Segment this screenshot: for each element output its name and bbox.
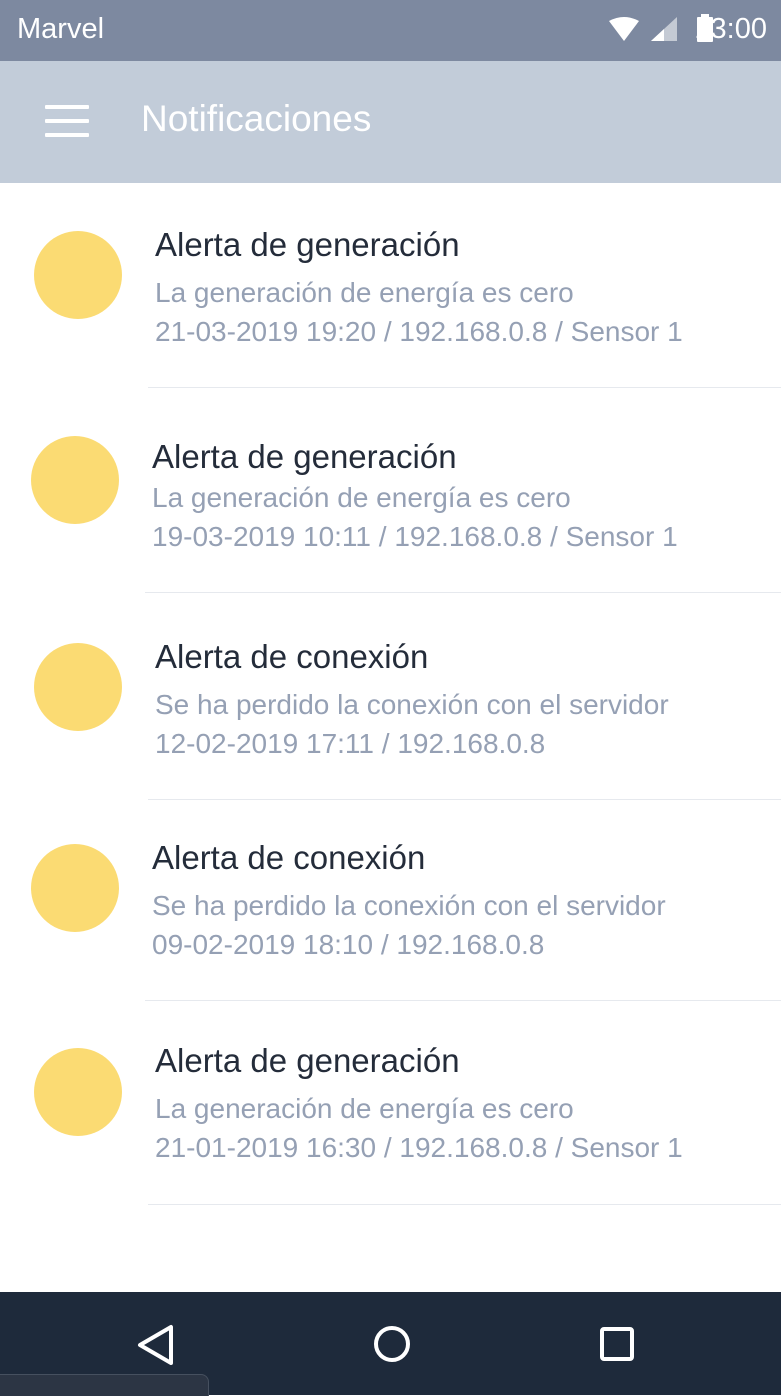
notification-message: La generación de energía es cero bbox=[152, 482, 571, 513]
notification-title: Alerta de generación bbox=[155, 1042, 460, 1079]
home-icon[interactable] bbox=[352, 1312, 432, 1376]
carrier-label: Marvel bbox=[17, 13, 105, 45]
status-bar: Marvel 13:00 bbox=[0, 0, 781, 61]
notification-message: La generación de energía es cero bbox=[155, 277, 574, 308]
notification-title: Alerta de generación bbox=[152, 438, 457, 475]
signal-icon bbox=[651, 17, 677, 41]
notification-title: Alerta de conexión bbox=[155, 638, 429, 675]
notification-title: Alerta de conexión bbox=[152, 839, 426, 876]
notification-avatar bbox=[31, 844, 119, 932]
notification-meta: 12-02-2019 17:11 / 192.168.0.8 bbox=[155, 728, 546, 759]
notification-title: Alerta de generación bbox=[155, 226, 460, 263]
hamburger-menu-icon[interactable] bbox=[30, 89, 102, 155]
notification-item[interactable]: Alerta de generación La generación de en… bbox=[0, 1001, 781, 1206]
notification-avatar bbox=[34, 231, 122, 319]
notification-meta: 21-01-2019 16:30 / 192.168.0.8 / Sensor … bbox=[155, 1132, 683, 1163]
notification-item[interactable]: Alerta de generación La generación de en… bbox=[0, 183, 781, 388]
notification-avatar bbox=[34, 643, 122, 731]
status-icons: 13:00 bbox=[541, 0, 781, 61]
recents-icon[interactable] bbox=[577, 1312, 657, 1376]
notification-message: Se ha perdido la conexión con el servido… bbox=[155, 689, 669, 720]
wifi-icon bbox=[609, 17, 639, 41]
notification-avatar bbox=[31, 436, 119, 524]
notification-item[interactable]: Alerta de conexión Se ha perdido la cone… bbox=[0, 593, 781, 800]
page-title: Notificaciones bbox=[141, 98, 372, 139]
clock: 13:00 bbox=[694, 13, 767, 45]
back-icon[interactable] bbox=[116, 1312, 196, 1376]
overlay-panel-edge bbox=[0, 1374, 209, 1396]
divider bbox=[148, 1204, 781, 1205]
notification-avatar bbox=[34, 1048, 122, 1136]
notification-message: Se ha perdido la conexión con el servido… bbox=[152, 890, 666, 921]
notification-item[interactable]: Alerta de conexión Se ha perdido la cone… bbox=[0, 800, 781, 1005]
notification-message: La generación de energía es cero bbox=[155, 1093, 574, 1124]
notification-item[interactable]: Alerta de generación La generación de en… bbox=[0, 388, 781, 593]
app-bar: Notificaciones bbox=[0, 61, 781, 183]
notification-meta: 21-03-2019 19:20 / 192.168.0.8 / Sensor … bbox=[155, 316, 683, 347]
notification-meta: 19-03-2019 10:11 / 192.168.0.8 / Sensor … bbox=[152, 521, 678, 552]
notification-meta: 09-02-2019 18:10 / 192.168.0.8 bbox=[152, 929, 545, 960]
